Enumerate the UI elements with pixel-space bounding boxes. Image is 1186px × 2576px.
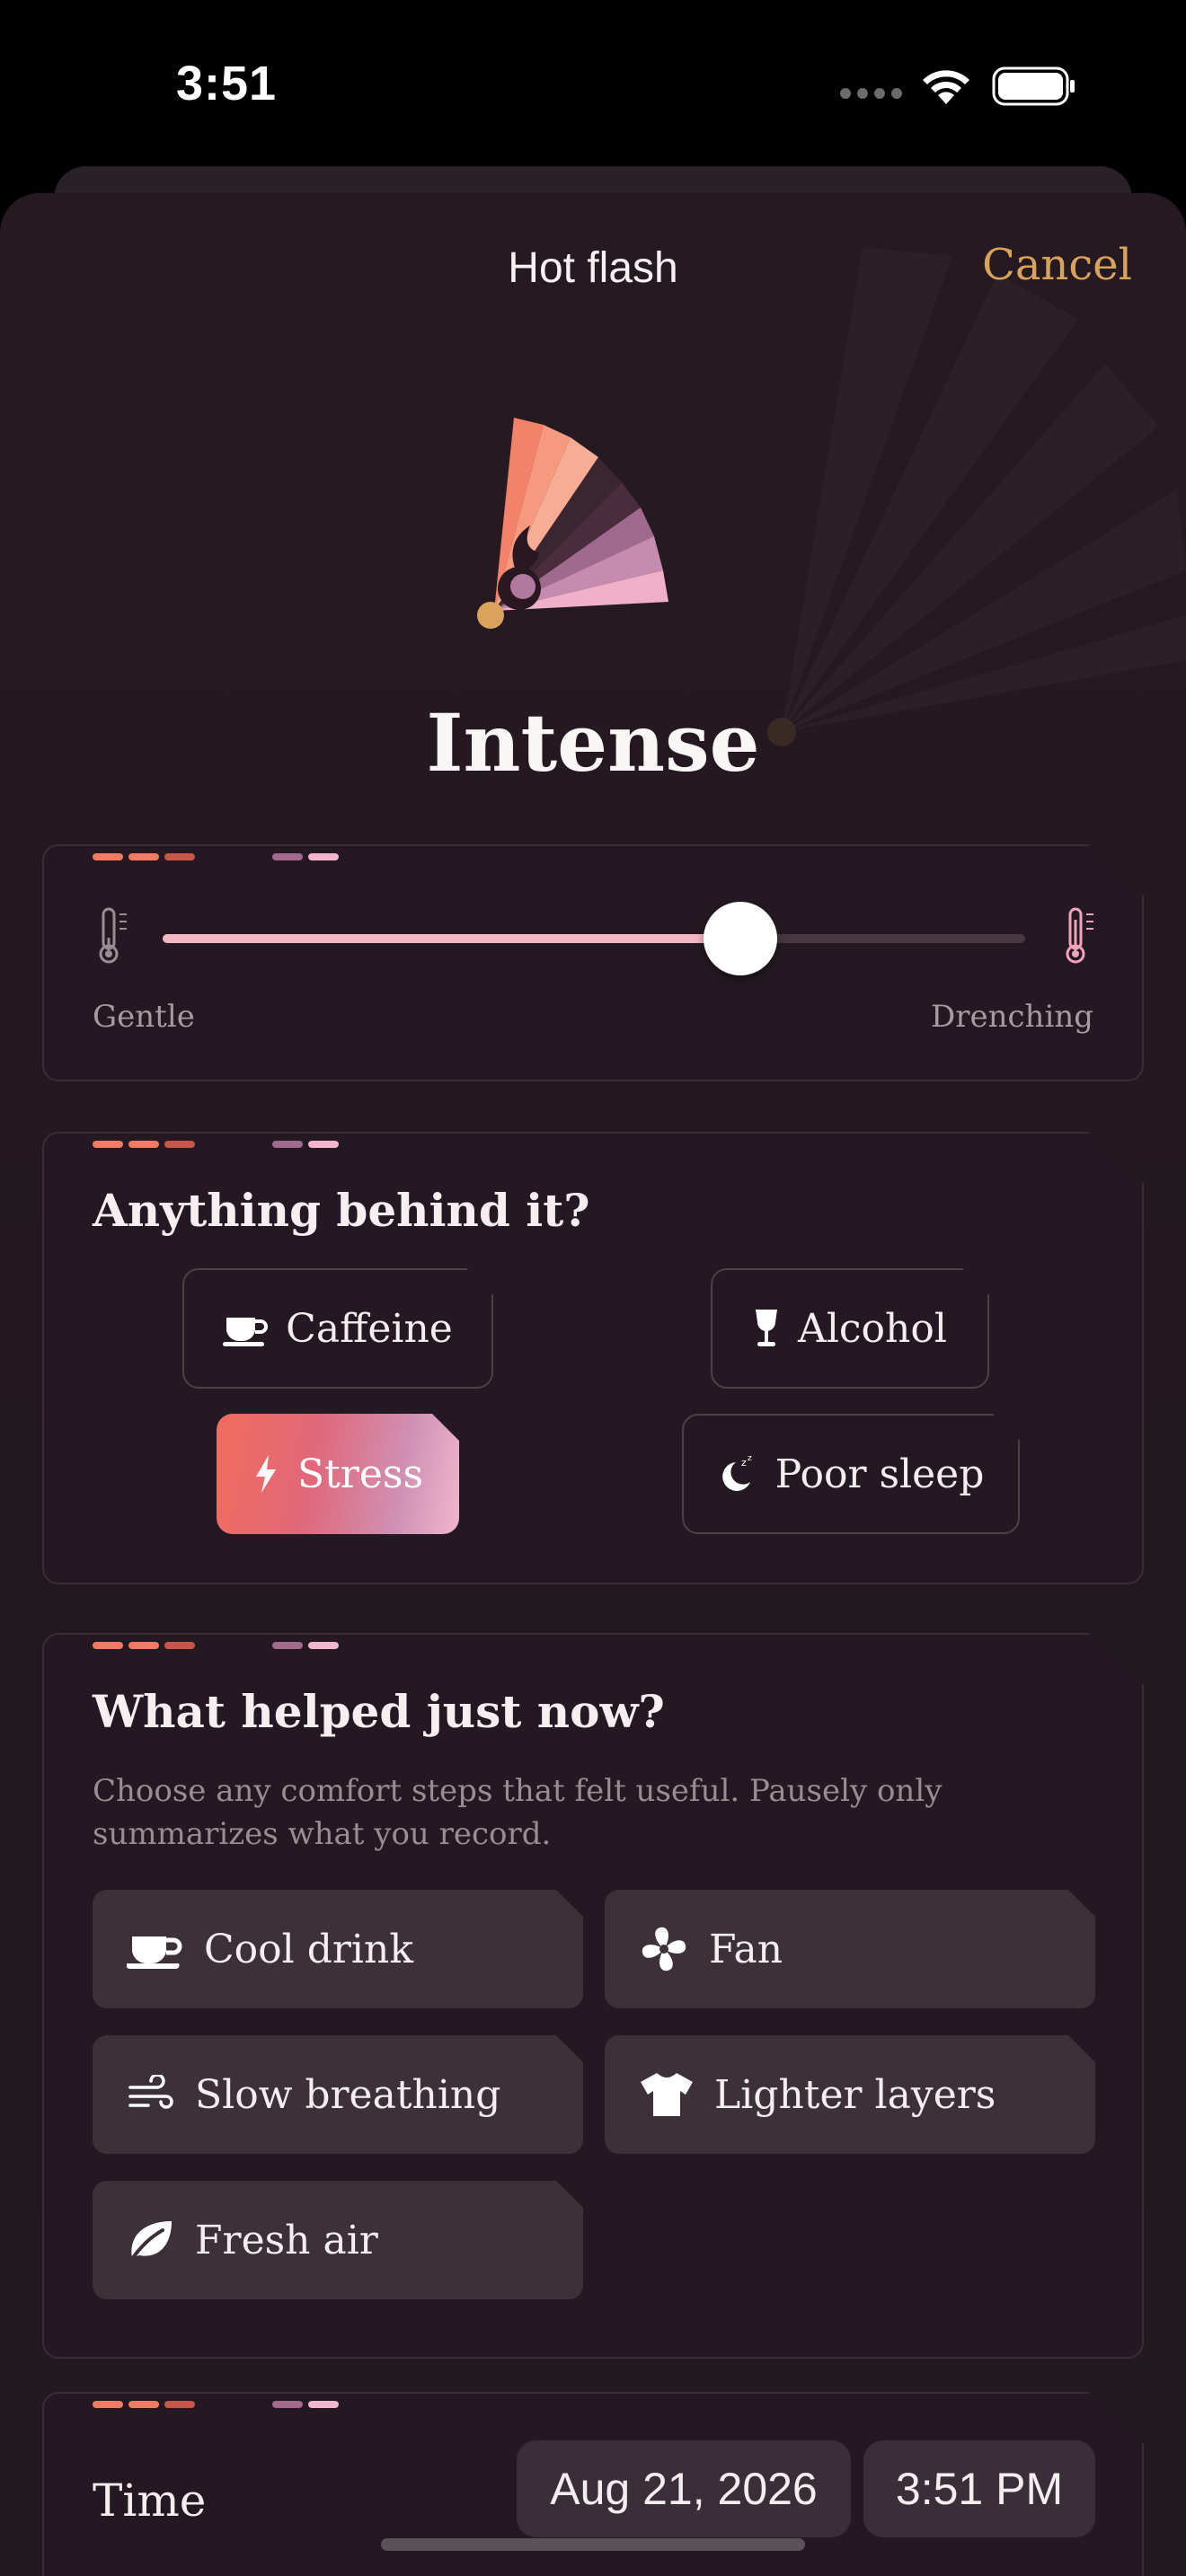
trigger-label: Alcohol	[798, 1305, 947, 1352]
time-label: Time	[93, 2475, 207, 2527]
thermometer-low-icon	[94, 905, 130, 965]
home-indicator	[381, 2538, 805, 2551]
leaf-icon	[127, 2218, 175, 2263]
svg-text:z: z	[748, 1454, 752, 1463]
helped-card: What helped just now? Choose any comfort…	[42, 1633, 1144, 2359]
trigger-stress-chip[interactable]: Stress	[217, 1414, 459, 1534]
lightning-icon	[252, 1453, 279, 1495]
wifi-icon	[923, 70, 969, 104]
trigger-label: Stress	[296, 1451, 424, 1497]
help-label: Cool drink	[204, 1926, 413, 1972]
status-time: 3:51	[176, 57, 278, 110]
help-label: Slow breathing	[195, 2071, 501, 2118]
helped-title: What helped just now?	[93, 1685, 665, 1738]
helped-subtitle: Choose any comfort steps that felt usefu…	[93, 1773, 943, 1852]
help-fan-chip[interactable]: Fan	[605, 1890, 1095, 2008]
coffee-cup-icon	[127, 1928, 184, 1971]
status-bar: 3:51	[0, 0, 1186, 171]
triggers-title: Anything behind it?	[93, 1184, 590, 1237]
help-label: Fresh air	[195, 2217, 378, 2263]
hand-fan-icon	[477, 418, 668, 629]
wind-icon	[127, 2075, 175, 2114]
help-lighter-layers-chip[interactable]: Lighter layers	[605, 2035, 1095, 2154]
trigger-label: Poor sleep	[774, 1451, 985, 1497]
intensity-slider[interactable]	[163, 934, 1025, 943]
trigger-caffeine-chip[interactable]: Caffeine	[182, 1268, 493, 1389]
trigger-poor-sleep-chip[interactable]: z z Poor sleep	[682, 1414, 1020, 1534]
trigger-alcohol-chip[interactable]: Alcohol	[711, 1268, 989, 1389]
slider-max-label: Drenching	[930, 999, 1093, 1035]
moon-zzz-icon: z z	[718, 1453, 757, 1495]
wine-glass-icon	[753, 1308, 780, 1349]
intensity-card: Gentle Drenching	[42, 844, 1144, 1081]
hot-flash-sheet: Hot flash Cancel Intense Gentle Drenchin…	[0, 193, 1186, 2576]
cellular-signal-icon	[840, 88, 903, 101]
slider-min-label: Gentle	[93, 999, 195, 1035]
date-picker[interactable]: Aug 21, 2026	[517, 2440, 851, 2537]
thermometer-high-icon	[1061, 905, 1097, 965]
intensity-level-label: Intense	[426, 696, 760, 790]
trigger-label: Caffeine	[286, 1305, 453, 1352]
help-fresh-air-chip[interactable]: Fresh air	[93, 2181, 583, 2299]
help-slow-breathing-chip[interactable]: Slow breathing	[93, 2035, 583, 2154]
help-label: Fan	[709, 1926, 783, 1972]
triggers-card: Anything behind it? Caffeine Alcohol Str…	[42, 1132, 1144, 1584]
intensity-slider-knob[interactable]	[704, 902, 777, 975]
help-cool-drink-chip[interactable]: Cool drink	[93, 1890, 583, 2008]
help-label: Lighter layers	[714, 2071, 996, 2118]
time-picker[interactable]: 3:51 PM	[863, 2440, 1095, 2537]
intensity-slider-fill	[163, 934, 740, 943]
tshirt-icon	[639, 2071, 695, 2118]
svg-text:z: z	[741, 1457, 747, 1469]
cancel-button[interactable]: Cancel	[982, 240, 1132, 290]
battery-icon	[992, 66, 1075, 106]
fan-icon	[639, 1924, 689, 1974]
coffee-cup-icon	[223, 1310, 268, 1346]
